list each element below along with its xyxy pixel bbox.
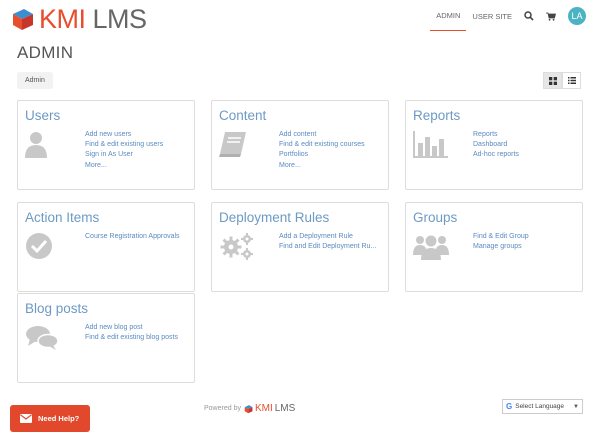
link-find-edit-group[interactable]: Find & Edit Group xyxy=(473,232,529,242)
logo[interactable]: KMI LMS xyxy=(11,4,147,34)
card-blog-posts: Blog posts Add new blog post Find & edit… xyxy=(17,293,195,383)
card-reports: Reports Reports Dashboard Ad-hoc reports xyxy=(405,100,583,190)
check-circle-icon xyxy=(26,233,52,259)
card-content: Content Add content Find & edit existing… xyxy=(211,100,389,190)
card-title[interactable]: Deployment Rules xyxy=(219,210,329,225)
link-dashboard[interactable]: Dashboard xyxy=(473,140,519,150)
logo-cube-icon xyxy=(13,9,33,30)
link-adhoc-reports[interactable]: Ad-hoc reports xyxy=(473,150,519,160)
link-find-edit-users[interactable]: Find & edit existing users xyxy=(85,140,163,150)
card-users: Users Add new users Find & edit existing… xyxy=(17,100,195,190)
card-links: Find & Edit Group Manage groups xyxy=(473,232,529,252)
link-add-blog-post[interactable]: Add new blog post xyxy=(85,323,178,333)
card-title[interactable]: Reports xyxy=(413,108,460,123)
link-find-edit-deployment-rules[interactable]: Find and Edit Deployment Ru... xyxy=(279,242,376,252)
list-view-icon[interactable] xyxy=(562,72,581,89)
link-users-more[interactable]: More... xyxy=(85,161,163,171)
bar-chart-icon xyxy=(413,131,448,158)
logo-kmi: KMI xyxy=(39,4,86,34)
link-find-edit-courses[interactable]: Find & edit existing courses xyxy=(279,140,365,150)
view-toggle xyxy=(543,72,581,89)
card-title[interactable]: Content xyxy=(219,108,266,123)
powered-by: Powered by KMI LMS xyxy=(204,403,295,414)
need-help-button[interactable]: Need Help? xyxy=(10,405,90,432)
nav-admin[interactable]: ADMIN xyxy=(430,2,467,31)
card-title[interactable]: Groups xyxy=(413,210,457,225)
google-icon: G xyxy=(506,402,513,411)
link-add-new-users[interactable]: Add new users xyxy=(85,130,163,140)
page-title: ADMIN xyxy=(17,43,74,62)
card-links: Add content Find & edit existing courses… xyxy=(279,130,365,171)
card-deployment-rules: Deployment Rules Add a Deployment Rule F… xyxy=(211,202,389,292)
avatar[interactable]: LA xyxy=(568,7,586,25)
card-title[interactable]: Action Items xyxy=(25,210,99,225)
group-icon xyxy=(413,235,449,260)
link-add-deployment-rule[interactable]: Add a Deployment Rule xyxy=(279,232,376,242)
link-course-registration-approvals[interactable]: Course Registration Approvals xyxy=(85,232,180,242)
mail-icon xyxy=(20,414,32,423)
need-help-label: Need Help? xyxy=(38,414,80,423)
dropdown-arrow-icon: ▼ xyxy=(573,403,579,410)
link-reports[interactable]: Reports xyxy=(473,130,519,140)
breadcrumb[interactable]: Admin xyxy=(17,72,53,89)
card-links: Add a Deployment Rule Find and Edit Depl… xyxy=(279,232,376,252)
card-title[interactable]: Users xyxy=(25,108,60,123)
card-links: Add new users Find & edit existing users… xyxy=(85,130,163,171)
card-links: Course Registration Approvals xyxy=(85,232,180,242)
top-nav: ADMIN USER SITE LA xyxy=(430,0,600,32)
book-icon xyxy=(219,132,246,157)
cart-icon[interactable] xyxy=(540,0,562,32)
user-icon xyxy=(25,132,47,158)
footer-logo-kmi: KMI xyxy=(254,403,273,414)
footer-logo-cube-icon xyxy=(244,404,253,413)
nav-user-site[interactable]: USER SITE xyxy=(466,0,518,32)
link-sign-in-as-user[interactable]: Sign in As User xyxy=(85,150,163,160)
card-groups: Groups Find & Edit Group Manage groups xyxy=(405,202,583,292)
card-action-items: Action Items Course Registration Approva… xyxy=(17,202,195,292)
link-manage-groups[interactable]: Manage groups xyxy=(473,242,529,252)
footer-logo-lms: LMS xyxy=(274,403,296,414)
language-select[interactable]: G Select Language ▼ xyxy=(502,399,583,414)
link-find-edit-blog-posts[interactable]: Find & edit existing blog posts xyxy=(85,333,178,343)
chat-bubbles-icon xyxy=(26,326,59,350)
grid-view-icon[interactable] xyxy=(543,72,562,89)
search-icon[interactable] xyxy=(518,0,540,32)
logo-lms: LMS xyxy=(92,4,148,34)
link-add-content[interactable]: Add content xyxy=(279,130,365,140)
card-title[interactable]: Blog posts xyxy=(25,301,88,316)
card-links: Reports Dashboard Ad-hoc reports xyxy=(473,130,519,161)
card-links: Add new blog post Find & edit existing b… xyxy=(85,323,178,343)
powered-by-label: Powered by xyxy=(204,405,241,412)
gears-icon xyxy=(220,233,253,260)
language-select-label: Select Language xyxy=(515,403,565,410)
link-portfolios[interactable]: Portfolios xyxy=(279,150,365,160)
link-content-more[interactable]: More... xyxy=(279,161,365,171)
